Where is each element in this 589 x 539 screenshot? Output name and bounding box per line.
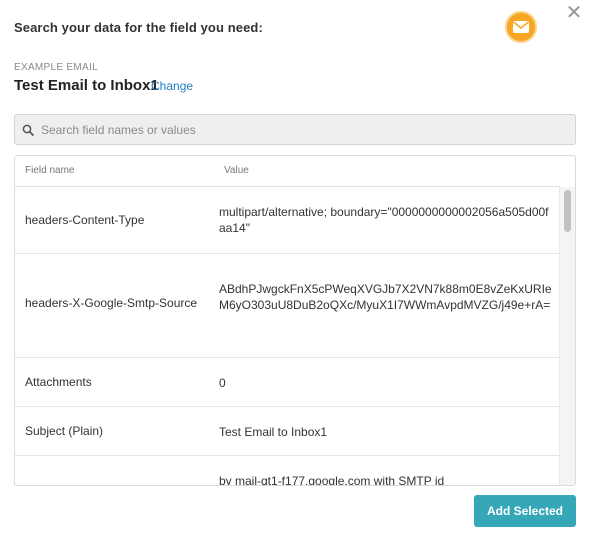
table-row[interactable]: by mail-qt1-f177.google.com with SMTP id — [15, 456, 560, 486]
search-box — [14, 114, 576, 145]
field-value: 0 — [219, 376, 226, 390]
field-name: headers-Content-Type — [25, 213, 145, 227]
close-icon[interactable]: ✕ — [564, 3, 584, 23]
table-row[interactable]: headers-Content-Type multipart/alternati… — [15, 187, 560, 254]
table-row[interactable]: Attachments 0 — [15, 358, 560, 407]
table-body: headers-Content-Type multipart/alternati… — [15, 187, 560, 486]
search-prompt: Search your data for the field you need: — [14, 20, 263, 35]
field-value: multipart/alternative; boundary="0000000… — [219, 205, 549, 235]
column-header-value: Value — [224, 165, 249, 176]
field-name: headers-X-Google-Smtp-Source — [25, 296, 198, 310]
table-row[interactable]: Subject (Plain) Test Email to Inbox1 — [15, 407, 560, 456]
change-link[interactable]: Change — [151, 79, 193, 93]
fields-table: Field name Value headers-Content-Type mu… — [14, 155, 576, 486]
scrollbar-thumb[interactable] — [564, 190, 571, 232]
field-name: Subject (Plain) — [25, 424, 104, 438]
table-header: Field name Value — [15, 156, 560, 187]
add-selected-button[interactable]: Add Selected — [474, 495, 576, 527]
example-email-title: Test Email to Inbox1 — [14, 77, 159, 94]
mail-envelope-icon — [505, 11, 537, 43]
search-icon — [15, 115, 41, 144]
search-input[interactable] — [41, 122, 575, 137]
example-email-label: EXAMPLE EMAIL — [14, 62, 98, 73]
column-header-field-name: Field name — [25, 165, 75, 176]
field-value: ABdhPJwgckFnX5cPWeqXVGJb7X2VN7k88m0E8vZe… — [219, 282, 552, 312]
field-value: by mail-qt1-f177.google.com with SMTP id — [219, 474, 445, 486]
field-value: Test Email to Inbox1 — [219, 425, 328, 439]
table-scrollbar[interactable] — [559, 187, 575, 485]
field-name: Attachments — [25, 375, 92, 389]
table-row[interactable]: headers-X-Google-Smtp-Source ABdhPJwgckF… — [15, 254, 560, 358]
field-picker-dialog: ✕ Search your data for the field you nee… — [0, 0, 589, 539]
